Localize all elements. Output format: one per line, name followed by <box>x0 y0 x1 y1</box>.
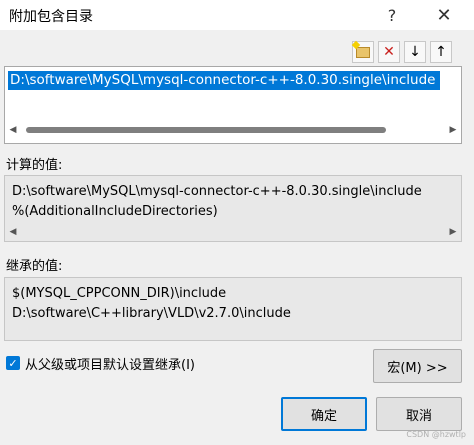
ok-button[interactable]: 确定 <box>281 397 367 431</box>
close-button[interactable]: ✕ <box>424 2 464 28</box>
include-directories-list[interactable]: D:\software\MySQL\mysql-connector-c++-8.… <box>4 66 462 144</box>
scroll-right-arrow-icon[interactable]: ▶ <box>446 225 460 239</box>
scroll-left-arrow-icon[interactable]: ◀ <box>6 225 20 239</box>
computed-value-line: D:\software\MySQL\mysql-connector-c++-8.… <box>12 184 422 199</box>
cancel-button[interactable]: 取消 <box>376 397 462 431</box>
inherited-values-box: $(MYSQL_CPPCONN_DIR)\include D:\software… <box>4 277 462 341</box>
computed-horizontal-scrollbar[interactable]: ◀ ▶ <box>6 225 460 239</box>
help-button[interactable]: ? <box>372 2 412 28</box>
title-bar: 附加包含目录 ? ✕ <box>0 0 474 30</box>
macro-button[interactable]: 宏(M) >> <box>373 349 462 383</box>
scroll-right-arrow-icon[interactable]: ▶ <box>446 123 460 137</box>
list-horizontal-scrollbar[interactable]: ◀ ▶ <box>6 123 460 137</box>
scrollbar-thumb[interactable] <box>26 127 386 133</box>
dialog-window: 附加包含目录 ? ✕ ✕ ↓ ↑ D:\software\MySQL\mysql… <box>0 0 474 445</box>
inherited-value-line: $(MYSQL_CPPCONN_DIR)\include <box>12 286 227 301</box>
new-line-button[interactable] <box>352 41 374 63</box>
computed-values-label: 计算的值: <box>6 158 63 173</box>
computed-value-line: %(AdditionalIncludeDirectories) <box>12 204 218 219</box>
list-item-selected[interactable]: D:\software\MySQL\mysql-connector-c++-8.… <box>8 71 440 90</box>
move-down-button[interactable]: ↓ <box>404 41 426 63</box>
new-folder-icon <box>356 46 370 58</box>
inherited-values-label: 继承的值: <box>6 259 63 274</box>
watermark: CSDN @hzwtlp <box>406 430 466 439</box>
delete-button[interactable]: ✕ <box>378 41 400 63</box>
inherit-checkbox-label[interactable]: 从父级或项目默认设置继承(I) <box>25 354 195 373</box>
inherited-value-line: D:\software\C++library\VLD\v2.7.0\includ… <box>12 306 291 321</box>
computed-values-box: D:\software\MySQL\mysql-connector-c++-8.… <box>4 175 462 242</box>
move-up-button[interactable]: ↑ <box>430 41 452 63</box>
dialog-title: 附加包含目录 <box>9 9 93 25</box>
inherit-checkbox[interactable]: ✓ <box>6 356 20 370</box>
scroll-left-arrow-icon[interactable]: ◀ <box>6 123 20 137</box>
